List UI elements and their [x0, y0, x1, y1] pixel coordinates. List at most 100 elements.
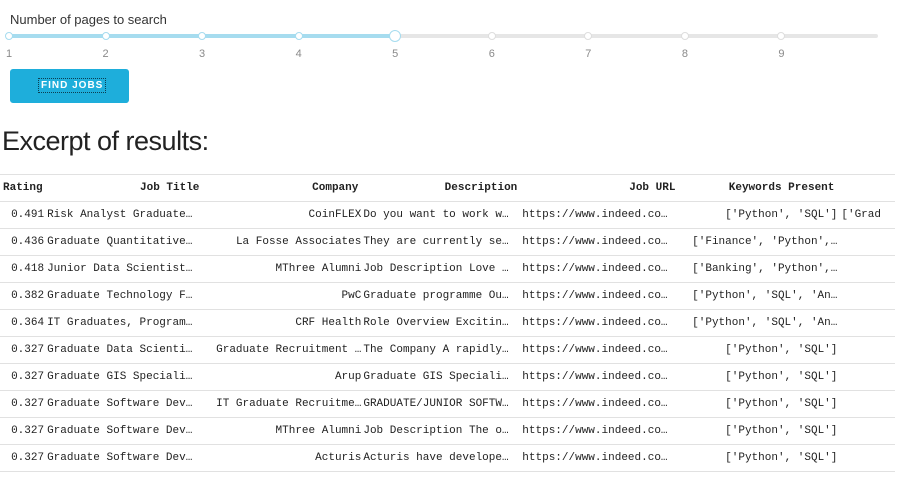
slider-tick-label: 4: [295, 48, 302, 60]
cell-company: Arup: [203, 363, 363, 391]
cell-description: Graduate GIS Speciali…: [362, 363, 522, 391]
slider-label: Number of pages to search: [10, 12, 167, 27]
cell-description: Acturis have develope…: [362, 444, 522, 472]
cell-job-url: https://www.indeed.co…: [521, 255, 680, 283]
cell-description: Do you want to work w…: [362, 201, 522, 229]
cell-company: La Fosse Associates: [203, 228, 363, 256]
slider-tick-label: 5: [392, 48, 399, 60]
slider-step-dot[interactable]: [487, 32, 496, 40]
column-header-job-url: Job URL: [521, 174, 680, 202]
results-heading: Excerpt of results:: [2, 126, 209, 156]
cell-rating: 0.436: [0, 228, 47, 256]
cell-company: IT Graduate Recruitme…: [203, 390, 363, 418]
slider-step-dot[interactable]: [584, 32, 593, 40]
cell-company: CoinFLEX: [203, 201, 363, 229]
cell-job-title: Graduate Quantitative…: [46, 228, 204, 256]
cell-job-url: https://www.indeed.co…: [521, 228, 680, 256]
cell-description: Job Description Love …: [362, 255, 522, 283]
slider-step-dot[interactable]: [198, 32, 207, 40]
table-row: 0.327 Graduate Software Dev… IT Graduate R…: [0, 390, 895, 418]
cell-extra: [838, 417, 895, 445]
cell-keywords: ['Python', 'SQL']: [679, 444, 839, 472]
cell-description: The Company A rapidly…: [362, 336, 522, 364]
cell-job-url: https://www.indeed.co…: [521, 417, 680, 445]
cell-extra: [838, 282, 895, 310]
slider-step-dot[interactable]: [294, 32, 303, 40]
cell-keywords: ['Finance', 'Python',…: [679, 228, 839, 256]
cell-job-url: https://www.indeed.co…: [521, 390, 680, 418]
cell-rating: 0.327: [0, 417, 47, 445]
table-row: 0.382 Graduate Technology F… PwC Graduate p…: [0, 282, 895, 310]
cell-keywords: ['Banking', 'Python',…: [679, 255, 839, 283]
table-row: 0.327 Graduate Software Dev… Acturis Acturi…: [0, 444, 895, 472]
cell-company: CRF Health: [203, 309, 363, 337]
cell-job-title: Graduate GIS Speciali…: [46, 363, 204, 391]
find-jobs-button[interactable]: FIND JOBS: [10, 69, 129, 103]
cell-description: Graduate programme Ou…: [362, 282, 522, 310]
cell-job-url: https://www.indeed.co…: [521, 282, 680, 310]
cell-extra: [838, 444, 895, 472]
cell-company: Acturis: [203, 444, 363, 472]
pages-slider[interactable]: 1 2 3 4 5 6 7 8 9: [0, 28, 908, 64]
slider-handle[interactable]: [389, 30, 402, 42]
cell-job-url: https://www.indeed.co…: [521, 201, 680, 229]
slider-tick-label: 8: [681, 48, 688, 60]
slider-tick-label: 3: [199, 48, 206, 60]
cell-job-title: IT Graduates, Program…: [46, 309, 204, 337]
results-table: Rating Job Title Company Description Job…: [0, 174, 895, 472]
cell-rating: 0.418: [0, 255, 47, 283]
slider-tick-label: 7: [585, 48, 592, 60]
cell-rating: 0.382: [0, 282, 47, 310]
column-header-keywords-present: Keywords Present: [679, 174, 839, 202]
cell-extra: [838, 228, 895, 256]
slider-tick-label: 1: [5, 48, 13, 60]
cell-job-url: https://www.indeed.co…: [521, 363, 680, 391]
slider-step-dot[interactable]: [101, 32, 110, 40]
table-row: 0.327 Graduate Data Scienti… Graduate Recr…: [0, 336, 895, 364]
cell-extra: ['Grad: [838, 201, 895, 229]
cell-job-url: https://www.indeed.co…: [521, 309, 680, 337]
table-row: 0.418 Junior Data Scientist… MThree Alumni…: [0, 255, 895, 283]
cell-job-title: Graduate Data Scienti…: [46, 336, 204, 364]
cell-job-title: Graduate Software Dev…: [46, 417, 204, 445]
table-row: 0.327 Graduate Software Dev… MThree Alumni…: [0, 417, 895, 445]
cell-rating: 0.491: [0, 201, 47, 229]
slider-step-dot[interactable]: [680, 32, 689, 40]
cell-keywords: ['Python', 'SQL']: [679, 390, 839, 418]
slider-tick-label: 6: [488, 48, 495, 60]
results-table-container[interactable]: Rating Job Title Company Description Job…: [0, 174, 895, 474]
cell-company: MThree Alumni: [203, 255, 363, 283]
cell-job-title: Graduate Software Dev…: [46, 444, 204, 472]
cell-company: PwC: [203, 282, 363, 310]
column-header-company: Company: [203, 174, 363, 202]
slider-tick-label: 2: [102, 48, 109, 60]
cell-description: GRADUATE/JUNIOR SOFTW…: [362, 390, 522, 418]
cell-extra: [838, 390, 895, 418]
slider-step-dot[interactable]: [5, 32, 13, 40]
cell-rating: 0.327: [0, 444, 47, 472]
table-row: 0.436 Graduate Quantitative… La Fosse Asso…: [0, 228, 895, 256]
table-header-row: Rating Job Title Company Description Job…: [0, 174, 895, 202]
cell-job-url: https://www.indeed.co…: [521, 444, 680, 472]
slider-tick-label: 9: [778, 48, 785, 60]
cell-rating: 0.327: [0, 336, 47, 364]
cell-keywords: ['Python', 'SQL', 'An…: [679, 282, 839, 310]
cell-keywords: ['Python', 'SQL']: [679, 336, 839, 364]
cell-keywords: ['Python', 'SQL', 'An…: [679, 309, 839, 337]
cell-rating: 0.364: [0, 309, 47, 337]
column-header-job-title: Job Title: [46, 174, 204, 202]
cell-rating: 0.327: [0, 363, 47, 391]
column-header-description: Description: [362, 174, 522, 202]
cell-keywords: ['Python', 'SQL']: [679, 201, 839, 229]
cell-keywords: ['Python', 'SQL']: [679, 417, 839, 445]
cell-job-url: https://www.indeed.co…: [521, 336, 680, 364]
cell-description: They are currently se…: [362, 228, 522, 256]
cell-job-title: Graduate Software Dev…: [46, 390, 204, 418]
cell-company: MThree Alumni: [203, 417, 363, 445]
slider-step-dot[interactable]: [777, 32, 786, 40]
column-header-extra: [838, 174, 895, 202]
cell-extra: [838, 309, 895, 337]
cell-extra: [838, 255, 895, 283]
cell-company: Graduate Recruitment …: [203, 336, 363, 364]
column-header-rating: Rating: [0, 174, 47, 202]
